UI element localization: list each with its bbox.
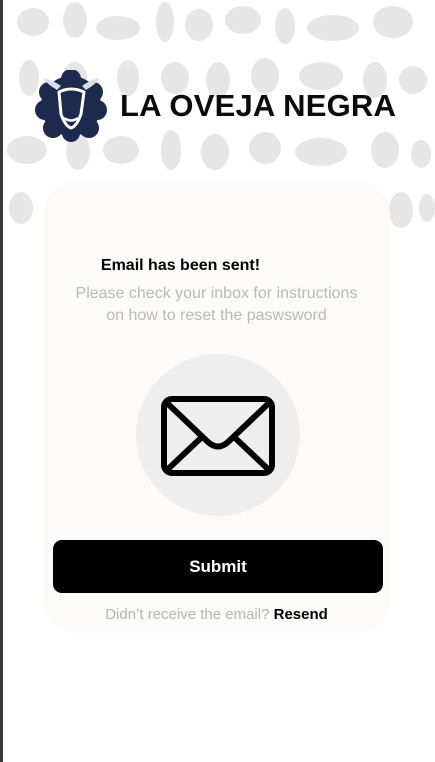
- sheep-logo-icon: [35, 69, 108, 142]
- envelope-icon: [161, 396, 275, 476]
- resend-prompt: Didn’t receive the email?: [105, 606, 270, 623]
- subtitle-line-2: on how to reset the paswsword: [106, 307, 327, 324]
- submit-button[interactable]: Submit: [53, 540, 383, 593]
- resend-row: Didn’t receive the email? Resend: [43, 606, 390, 623]
- card-title: Email has been sent!: [100, 257, 261, 274]
- subtitle-line-1: Please check your inbox for instructions: [75, 285, 358, 302]
- email-sent-card: Email has been sent! Please check your i…: [43, 181, 390, 633]
- envelope-icon-circle: [136, 354, 300, 516]
- resend-link[interactable]: Resend: [274, 606, 328, 623]
- brand-name: LA OVEJA NEGRA: [120, 88, 397, 123]
- card-subtitle: Please check your inbox for instructions…: [43, 283, 390, 327]
